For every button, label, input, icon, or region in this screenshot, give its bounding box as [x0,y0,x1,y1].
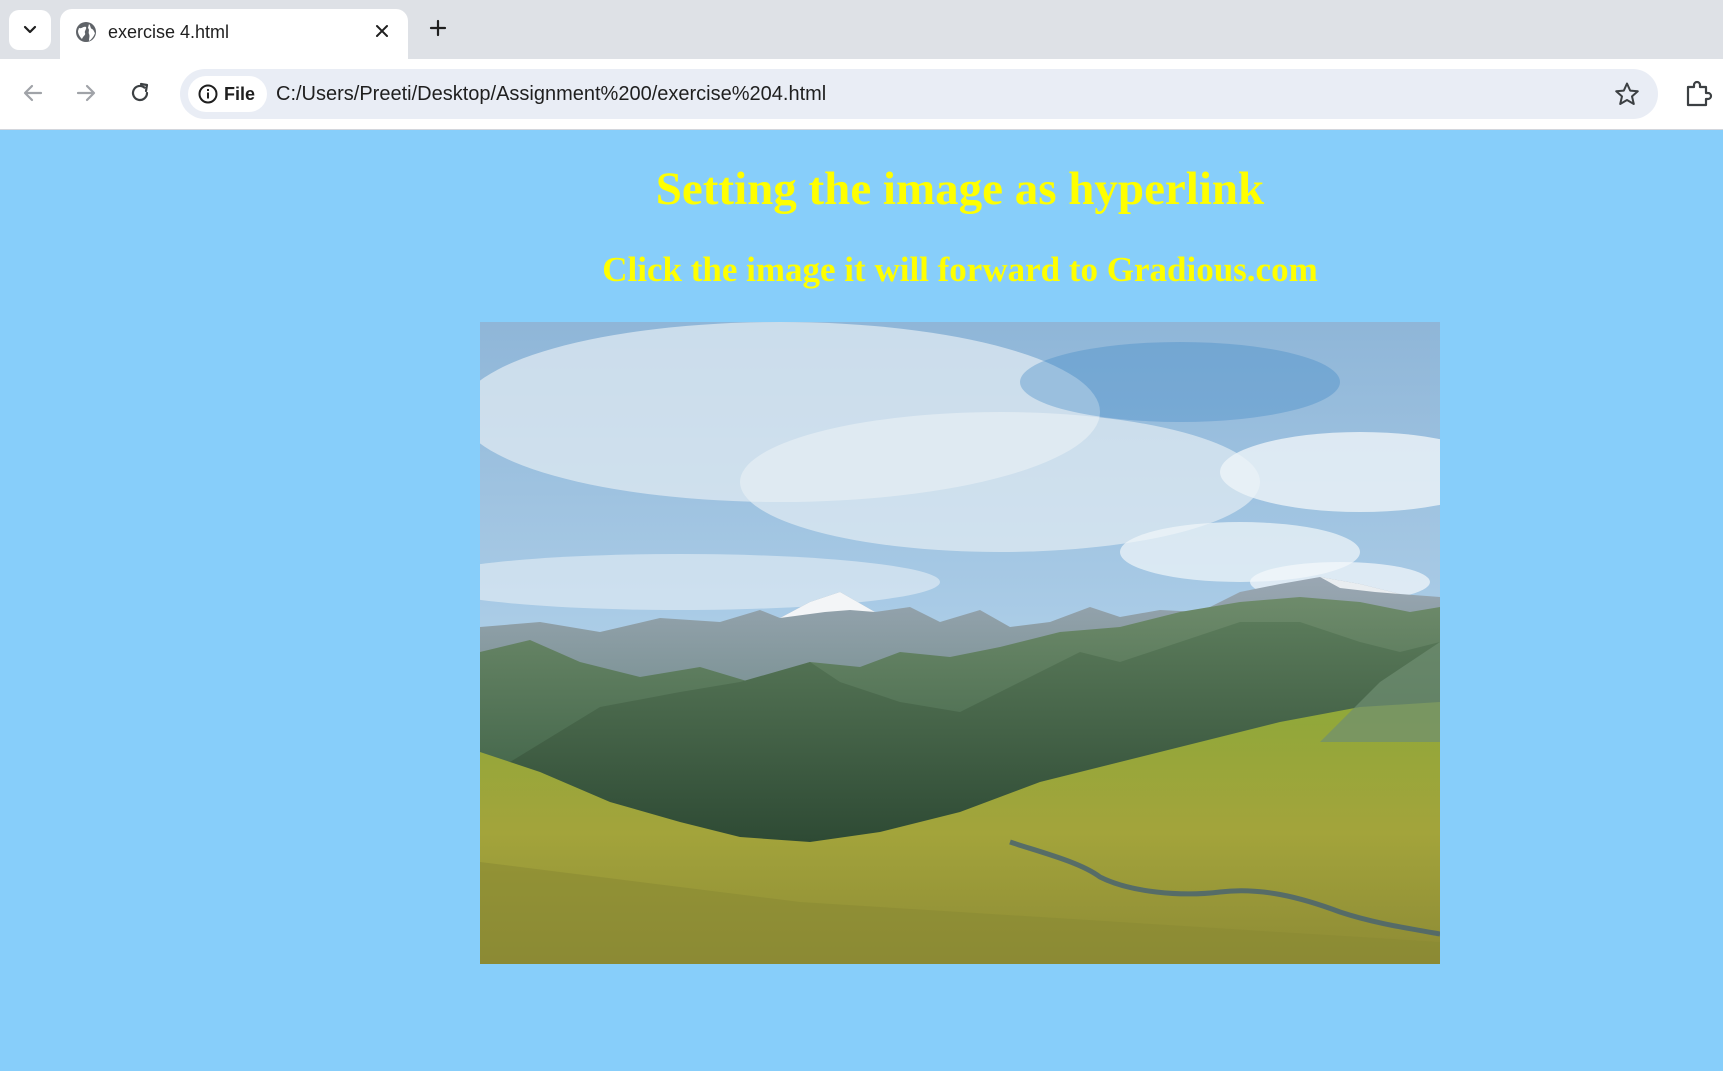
globe-icon [76,22,96,42]
reload-button[interactable] [122,75,158,111]
url-text[interactable]: C:/Users/Preeti/Desktop/Assignment%200/e… [276,83,826,106]
reload-icon [131,82,149,102]
mountain-landscape-image [480,322,1440,964]
tab-strip: exercise 4.html [0,0,1723,59]
page-body: Setting the image as hyperlink Click the… [0,130,1723,1071]
address-bar[interactable]: File C:/Users/Preeti/Desktop/Assignment%… [180,69,1658,119]
active-tab[interactable]: exercise 4.html [60,9,408,59]
site-chip-label: File [224,83,256,104]
page-heading: Setting the image as hyperlink [655,163,1265,215]
arrow-left-icon [23,84,43,102]
forward-button[interactable] [68,75,104,111]
image-hyperlink[interactable] [480,322,1440,964]
info-icon [198,84,218,104]
chevron-down-icon [23,25,37,34]
back-button[interactable] [15,75,51,111]
site-info-chip[interactable]: File [188,76,268,112]
close-icon[interactable] [370,19,394,43]
new-tab-button[interactable] [424,14,452,42]
browser-toolbar: File C:/Users/Preeti/Desktop/Assignment%… [0,59,1723,130]
puzzle-icon[interactable] [1682,78,1714,110]
page-subheading: Click the image it will forward to Gradi… [602,250,1318,289]
tab-search-button[interactable] [9,10,51,50]
plus-icon [429,19,447,37]
tab-title: exercise 4.html [108,22,230,42]
arrow-right-icon [76,84,96,102]
star-icon[interactable] [1614,81,1640,107]
